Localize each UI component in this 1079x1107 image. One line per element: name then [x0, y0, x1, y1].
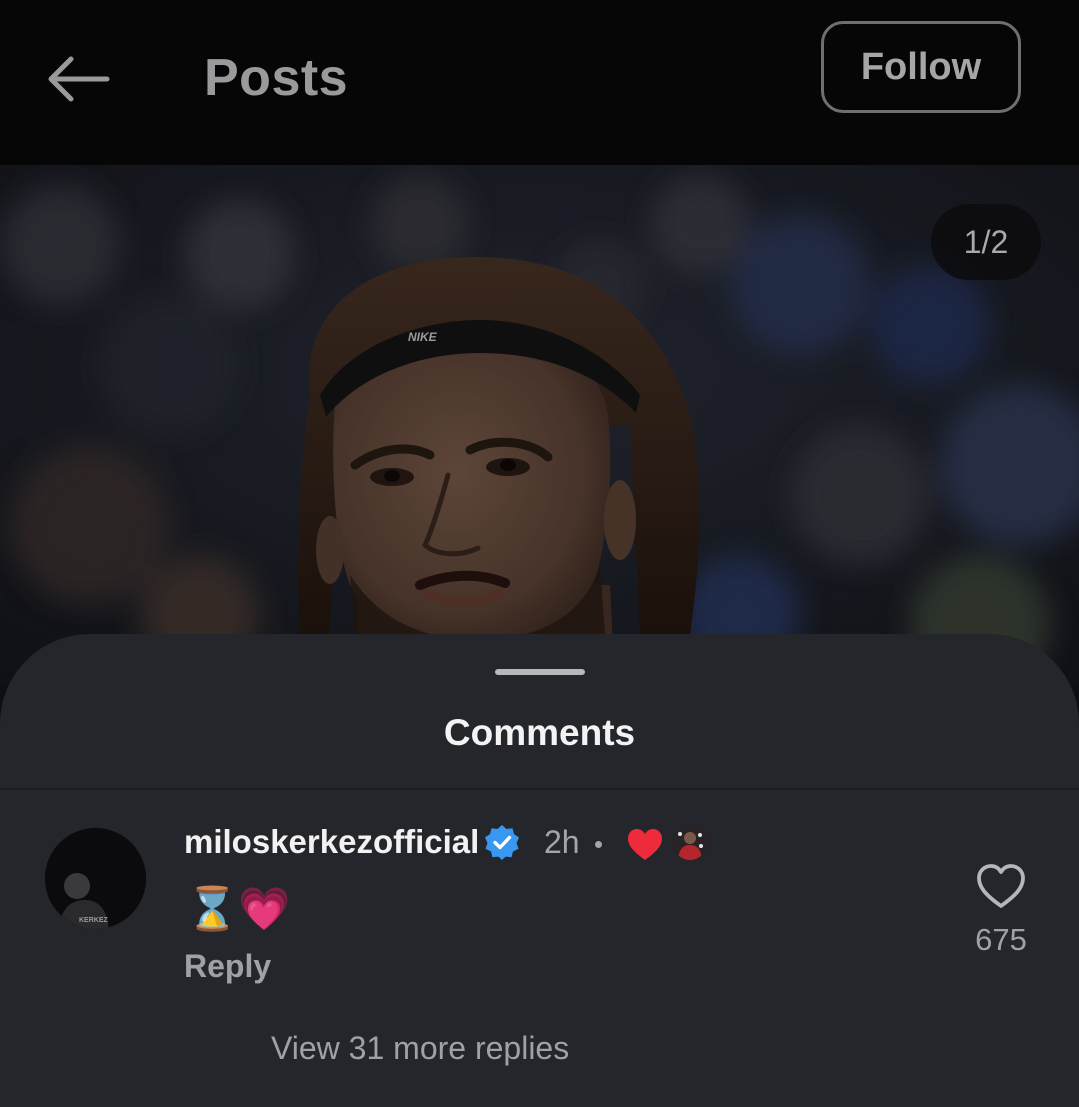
commenter-avatar[interactable]: KERKEZ: [45, 828, 146, 929]
image-page-indicator: 1/2: [931, 204, 1041, 280]
screen: Posts Follow NIKE 1/2 Comments KERKEZ mi…: [0, 0, 1079, 1107]
verified-badge-icon: [483, 823, 521, 861]
drag-handle[interactable]: [495, 669, 585, 675]
follow-button[interactable]: Follow: [821, 21, 1021, 113]
view-more-replies-button[interactable]: View 31 more replies: [271, 1030, 569, 1067]
heart-outline-icon: [975, 864, 1027, 914]
top-bar: Posts Follow: [0, 0, 1079, 165]
post-image[interactable]: NIKE: [0, 165, 1079, 685]
post-author-avatar: [673, 826, 707, 860]
reply-button[interactable]: Reply: [184, 948, 271, 985]
comment-username[interactable]: miloskerkezofficial: [184, 822, 479, 862]
separator-dot: [595, 841, 602, 848]
like-count: 675: [975, 922, 1027, 957]
comments-title: Comments: [443, 712, 636, 753]
page-title: Posts: [204, 49, 349, 107]
divider: [0, 788, 1079, 790]
comment-text: ⌛💗: [186, 885, 291, 932]
red-heart-icon: [626, 827, 664, 863]
like-comment-button[interactable]: [975, 862, 1027, 910]
comment-timestamp: 2h: [544, 824, 580, 860]
avatar-jersey-text: KERKEZ: [79, 917, 109, 924]
arrow-left-icon: [45, 54, 111, 109]
comments-sheet: Comments KERKEZ miloskerkezofficial 2h ⌛…: [0, 634, 1079, 1107]
back-button[interactable]: [38, 48, 118, 114]
